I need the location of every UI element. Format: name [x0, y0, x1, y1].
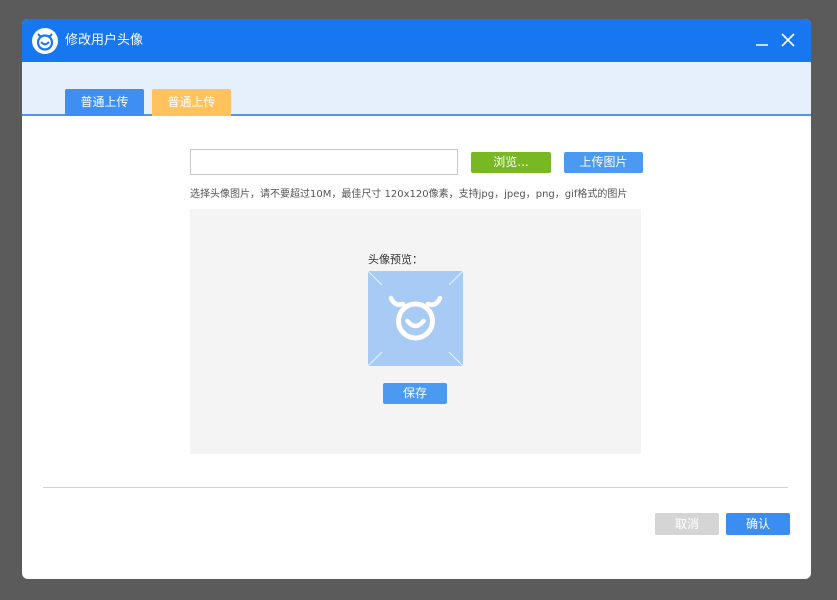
tab-normal-upload[interactable]: 普通上传	[65, 89, 144, 116]
confirm-button[interactable]: 确认	[726, 513, 790, 535]
close-icon[interactable]	[779, 31, 797, 49]
upload-image-button[interactable]: 上传图片	[564, 152, 643, 173]
dialog-title: 修改用户头像	[65, 33, 144, 48]
browse-button[interactable]: 浏览...	[471, 152, 551, 173]
save-button[interactable]: 保存	[383, 383, 447, 404]
preview-label: 头像预览：	[368, 253, 423, 266]
smiley-avatar-icon	[368, 271, 463, 366]
cancel-button[interactable]: 取消	[655, 513, 719, 535]
smiley-logo-icon	[32, 28, 58, 54]
minimize-icon[interactable]	[753, 31, 771, 49]
change-avatar-dialog: 修改用户头像 普通上传 普通上传 浏览... 上传图片 选择头像图片，请不要超过…	[22, 19, 811, 579]
preview-area: 头像预览： 保存	[190, 209, 641, 454]
title-bar: 修改用户头像	[22, 19, 811, 62]
divider	[43, 487, 788, 488]
avatar-preview	[368, 271, 463, 366]
upload-tab-bar: 普通上传 普通上传	[22, 62, 811, 116]
file-path-input[interactable]	[190, 149, 458, 175]
upload-hint-text: 选择头像图片，请不要超过10M，最佳尺寸 120x120像素，支持jpg，jpe…	[190, 189, 628, 200]
tab-normal-upload-hover[interactable]: 普通上传	[152, 89, 231, 116]
